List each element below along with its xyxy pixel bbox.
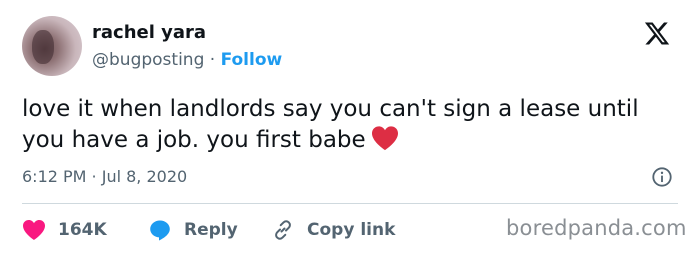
reply-bubble-icon xyxy=(150,220,170,241)
like-button[interactable]: 164K xyxy=(22,218,107,242)
info-icon[interactable] xyxy=(651,166,673,188)
copy-link-label: Copy link xyxy=(307,220,396,240)
tweet-text: love it when landlords say you can't sig… xyxy=(22,94,672,156)
handle-separator: · xyxy=(209,50,216,70)
watermark: boredpanda.com xyxy=(506,216,687,240)
heart-icon xyxy=(23,220,45,240)
link-icon xyxy=(275,220,291,240)
avatar[interactable] xyxy=(22,16,82,76)
like-count: 164K xyxy=(58,220,107,240)
tweet-body: love it when landlords say you can't sig… xyxy=(22,96,639,153)
reply-label: Reply xyxy=(184,220,238,240)
reply-button[interactable]: Reply xyxy=(148,218,238,242)
author-handle[interactable]: @bugposting xyxy=(92,50,204,70)
timestamp[interactable]: 6:12 PM · Jul 8, 2020 xyxy=(22,167,187,186)
red-heart-emoji-icon xyxy=(371,126,398,151)
divider xyxy=(22,203,678,204)
follow-button[interactable]: Follow xyxy=(221,50,283,70)
x-logo-icon[interactable] xyxy=(643,20,671,47)
author-name[interactable]: rachel yara xyxy=(92,22,206,43)
handle-row: @bugposting · Follow xyxy=(92,50,282,70)
copy-link-button[interactable]: Copy link xyxy=(271,218,395,242)
